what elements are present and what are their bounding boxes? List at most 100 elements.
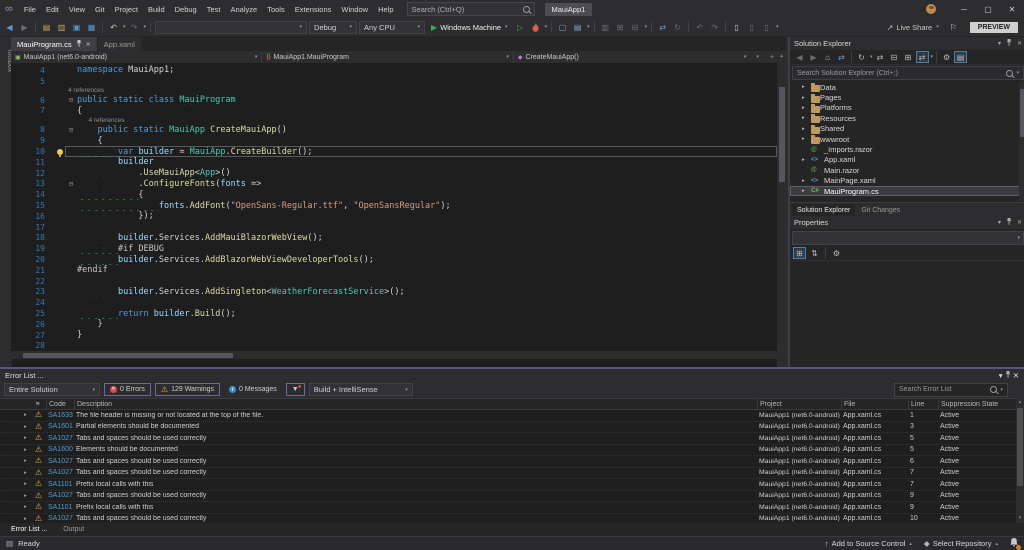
bookmark-icon[interactable]: ▯ — [730, 21, 743, 34]
expand-arrow-icon[interactable]: ▸ — [802, 115, 811, 121]
tree-scrollbar[interactable] — [1019, 81, 1024, 201]
error-description[interactable]: Prefix local calls with this — [74, 481, 757, 488]
configuration-combo[interactable]: Debug▾ — [309, 21, 357, 34]
code-line-5[interactable]: 5 — [11, 76, 777, 87]
expand-arrow-icon[interactable]: ▸ — [802, 178, 811, 184]
open-folder-icon[interactable]: ▥ — [55, 21, 68, 34]
error-file[interactable]: App.xaml.cs — [841, 492, 908, 499]
error-line[interactable]: 7 — [908, 481, 938, 488]
column-code[interactable]: Code — [46, 399, 74, 409]
fold-marker-icon[interactable]: ⊟ — [65, 179, 77, 189]
tree-item-pages[interactable]: ▸Pages — [790, 92, 1024, 102]
user-avatar[interactable] — [926, 4, 936, 14]
build-intellisense-combo[interactable]: Build + IntelliSense▾ — [309, 383, 413, 396]
error-row[interactable]: ▸⚠SA1101Prefix local calls with thisMaui… — [0, 479, 1016, 491]
menu-edit[interactable]: Edit — [41, 5, 64, 14]
pending-changes-icon[interactable]: ↻ — [855, 51, 868, 63]
startup-project-combo[interactable]: ▾ — [155, 21, 307, 34]
pin-icon[interactable] — [1005, 371, 1011, 380]
error-code[interactable]: SA1027 — [46, 458, 74, 465]
editor-horizontal-scrollbar[interactable] — [11, 351, 777, 359]
messages-toggle[interactable]: i 0 Messages — [224, 383, 282, 396]
code-line-23[interactable]: 23 builder.Services.AddSingleton<Weather… — [11, 287, 777, 298]
error-line[interactable]: 10 — [908, 515, 938, 522]
code-line-16[interactable]: 16 }); — [11, 211, 777, 222]
menu-git[interactable]: Git — [90, 5, 110, 14]
chevron-down-icon[interactable]: ▾ — [587, 24, 590, 30]
error-description[interactable]: Elements should be documented — [74, 446, 757, 453]
back-icon[interactable]: ◀ — [793, 51, 806, 63]
maximize-button[interactable]: ▢ — [976, 0, 1000, 18]
error-file[interactable]: App.xaml.cs — [841, 446, 908, 453]
pin-icon[interactable] — [76, 40, 82, 49]
menu-help[interactable]: Help — [373, 5, 398, 14]
menu-tools[interactable]: Tools — [262, 5, 290, 14]
minimize-button[interactable]: ─ — [952, 0, 976, 18]
column-suppression-state[interactable]: Suppression State — [938, 399, 1016, 409]
hot-reload-flame-icon[interactable] — [529, 21, 542, 34]
code-line-26[interactable]: 26 } — [11, 319, 777, 330]
error-code[interactable]: SA1601 — [46, 423, 74, 430]
error-project[interactable]: MauiApp1 (net6.0-android) — [757, 492, 841, 499]
tree-item-main-razor[interactable]: @Main.razor — [790, 165, 1024, 175]
error-file[interactable]: App.xaml.cs — [841, 423, 908, 430]
save-all-icon[interactable]: ▦ — [85, 21, 98, 34]
menu-window[interactable]: Window — [336, 5, 373, 14]
errors-toggle[interactable]: ✕ 0 Errors — [104, 383, 151, 396]
error-suppression-state[interactable]: Active — [938, 435, 1016, 442]
error-file[interactable]: App.xaml.cs — [841, 435, 908, 442]
code-line-28[interactable]: 28 — [11, 341, 777, 352]
menu-file[interactable]: File — [19, 5, 41, 14]
chevron-up-icon[interactable]: ▴ — [777, 51, 786, 61]
lightbulb-icon[interactable] — [54, 149, 65, 155]
code-line-4[interactable]: 4namespace MauiApp1; — [11, 65, 777, 76]
comment-icon[interactable]: ↶ — [693, 21, 706, 34]
save-icon[interactable]: ▣ — [70, 21, 83, 34]
error-row[interactable]: ▸⚠SA1600Elements should be documentedMau… — [0, 445, 1016, 457]
forward-icon[interactable]: ▶ — [807, 51, 820, 63]
background-tasks-icon[interactable]: ▤ — [6, 539, 13, 548]
error-description[interactable]: Tabs and spaces should be used correctly — [74, 515, 757, 522]
blazor-window-icon[interactable]: ▢ — [556, 21, 569, 34]
code-line-7[interactable]: 7{ — [11, 106, 777, 117]
menu-view[interactable]: View — [64, 5, 90, 14]
chevron-down-icon[interactable]: ▾ — [870, 54, 873, 60]
menu-extensions[interactable]: Extensions — [290, 5, 337, 14]
code-line-10[interactable]: 10 var builder = MauiApp.CreateBuilder()… — [11, 146, 777, 157]
column-project[interactable]: Project — [757, 399, 841, 409]
error-file[interactable]: App.xaml.cs — [841, 515, 908, 522]
expand-arrow-icon[interactable]: ▸ — [802, 126, 811, 132]
code-line-24[interactable]: 24 — [11, 297, 777, 308]
tab-appxaml[interactable]: App.xaml — [98, 37, 141, 51]
code-line-14[interactable]: 14 { — [11, 189, 777, 200]
expand-arrow-icon[interactable]: ▸ — [22, 447, 33, 453]
expand-arrow-icon[interactable]: ▸ — [802, 84, 811, 90]
code-line-11[interactable]: 11 builder — [11, 157, 777, 168]
error-line[interactable]: 1 — [908, 412, 938, 419]
error-description[interactable]: The file header is missing or not locate… — [74, 412, 757, 419]
error-row[interactable]: ▸⚠SA1027Tabs and spaces should be used c… — [0, 433, 1016, 445]
sync-icon[interactable]: ⇄ — [874, 51, 887, 63]
column-description[interactable]: Description — [74, 399, 757, 409]
chevron-down-icon[interactable]: ▾ — [756, 54, 759, 61]
expand-arrow-icon[interactable]: ▸ — [22, 516, 33, 522]
expand-arrow-icon[interactable]: ▸ — [22, 412, 33, 418]
error-row[interactable]: ▸⚠SA1101Prefix local calls with thisMaui… — [0, 502, 1016, 514]
add-to-source-control-button[interactable]: ↑ Add to Source Control ▴ — [825, 539, 912, 548]
prev-bookmark-icon[interactable]: ▯ — [745, 21, 758, 34]
expand-arrow-icon[interactable]: ▸ — [22, 424, 33, 430]
codelens-references[interactable]: 4 references — [68, 87, 104, 94]
undo-icon[interactable]: ↶ — [107, 21, 120, 34]
fold-marker-icon[interactable]: ⊟ — [65, 95, 77, 105]
tree-item-resources[interactable]: ▸Resources — [790, 113, 1024, 123]
code-line-20[interactable]: 20 builder.Services.AddBlazorWebViewDeve… — [11, 254, 777, 265]
error-project[interactable]: MauiApp1 (net6.0-android) — [757, 423, 841, 430]
chevron-down-icon[interactable]: ▾ — [1016, 514, 1024, 523]
tree-item-platforms[interactable]: ▸Platforms — [790, 103, 1024, 113]
expand-arrow-icon[interactable]: ▸ — [802, 136, 811, 142]
menu-project[interactable]: Project — [110, 5, 143, 14]
chevron-down-icon[interactable]: ▾ — [645, 24, 648, 30]
categorized-icon[interactable]: ⊞ — [793, 247, 806, 259]
chevron-down-icon[interactable]: ▾ — [776, 24, 779, 30]
error-list-header[interactable]: Error List ... ▾ ✕ — [0, 369, 1024, 381]
